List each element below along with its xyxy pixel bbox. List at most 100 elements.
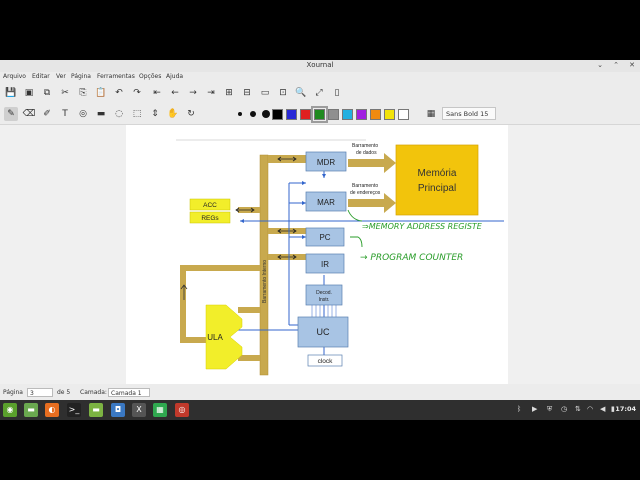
shield-icon[interactable]: ⛨: [547, 405, 552, 414]
prev-page-icon[interactable]: ←: [168, 86, 182, 100]
font-selector[interactable]: Sans Bold 15: [442, 107, 496, 120]
acc-label: ACC: [203, 202, 217, 209]
zoom-fit-icon[interactable]: ▭: [258, 86, 272, 100]
color-swatch[interactable]: [272, 109, 283, 120]
save-icon[interactable]: 💾: [4, 86, 18, 100]
network-icon[interactable]: ⇅: [575, 405, 581, 413]
color-swatch[interactable]: [300, 109, 311, 120]
layer-select[interactable]: Camada 1: [108, 388, 150, 397]
color-picker-icon[interactable]: ▦: [424, 107, 438, 121]
color-swatch[interactable]: [370, 109, 381, 120]
update-icon[interactable]: ◷: [561, 405, 567, 413]
cpu-diagram: Barramento Interno MDR MAR PC IR Decod. …: [176, 139, 504, 376]
pen-icon[interactable]: ✎: [4, 107, 18, 121]
recorder-icon[interactable]: ◎: [175, 403, 189, 417]
color-swatch[interactable]: [342, 109, 353, 120]
vertical-space-icon[interactable]: ⇕: [148, 107, 162, 121]
page-width-icon[interactable]: ▯: [330, 86, 344, 100]
menu-opcoes[interactable]: Opções: [139, 73, 161, 80]
wifi-icon[interactable]: ◠: [587, 405, 593, 413]
menu-editar[interactable]: Editar: [32, 73, 50, 80]
cut-icon[interactable]: ✂: [58, 86, 72, 100]
layer-label: Camada:: [80, 389, 107, 396]
files-icon[interactable]: ▬: [24, 403, 38, 417]
medium-pen-icon[interactable]: [250, 111, 256, 117]
copy-page-icon[interactable]: ⧉: [40, 86, 54, 100]
hand-tool-icon[interactable]: ✋: [166, 107, 180, 121]
spreadsheet-icon[interactable]: ▦: [153, 403, 167, 417]
page-number-input[interactable]: 3: [27, 388, 53, 397]
note-connector-2: [350, 236, 363, 248]
ula-label: ULA: [207, 333, 223, 342]
text-tool-icon[interactable]: T: [58, 107, 72, 121]
minimize-icon[interactable]: ⌄: [596, 61, 604, 69]
maximize-icon[interactable]: ⌃: [612, 61, 620, 69]
main-toolbar: 💾 ▣ ⧉ ✂ ⎘ 📋 ↶ ↷ ⇤ ← → ⇥ ⊞ ⊟ ▭ ⊡ 🔍 ⤢ ▯: [0, 83, 640, 103]
ruler-icon[interactable]: ▬: [94, 107, 108, 121]
redo-icon[interactable]: ↷: [130, 86, 144, 100]
bus-loop-top: [180, 265, 260, 271]
new-page-after-icon[interactable]: ⊞: [222, 86, 236, 100]
select-rect-icon[interactable]: ⬚: [130, 107, 144, 121]
menu-ver[interactable]: Ver: [56, 73, 66, 80]
zoom-100-icon[interactable]: ⊡: [276, 86, 290, 100]
default-pen-icon[interactable]: ↻: [184, 107, 198, 121]
color-swatch[interactable]: [328, 109, 339, 120]
bluetooth-icon[interactable]: ᛒ: [517, 405, 521, 413]
address-bus-arrow: [348, 193, 396, 213]
menu-ajuda[interactable]: Ajuda: [166, 73, 183, 80]
thin-pen-icon[interactable]: [238, 112, 242, 116]
clock-label: clock: [318, 358, 334, 365]
close-icon[interactable]: ✕: [628, 61, 636, 69]
menu-pagina[interactable]: Página: [71, 73, 91, 80]
main-memory: [395, 144, 479, 216]
page-count: de 5: [57, 389, 71, 396]
battery-icon[interactable]: ▮: [611, 405, 615, 413]
highlighter-icon[interactable]: ✐: [40, 107, 54, 121]
screenshot-icon[interactable]: ◘: [111, 403, 125, 417]
mint-menu-icon[interactable]: ◉: [3, 403, 17, 417]
color-swatch[interactable]: [398, 109, 409, 120]
clock[interactable]: 17:04: [615, 405, 636, 413]
zoom-out-icon[interactable]: ⊟: [240, 86, 254, 100]
shape-recognizer-icon[interactable]: ◎: [76, 107, 90, 121]
color-swatch[interactable]: [384, 109, 395, 120]
select-region-icon[interactable]: ◌: [112, 107, 126, 121]
fullscreen-icon[interactable]: ⤢: [312, 86, 326, 100]
canvas-area: Barramento Interno MDR MAR PC IR Decod. …: [0, 125, 640, 384]
ir-label: IR: [321, 260, 329, 269]
undo-icon[interactable]: ↶: [112, 86, 126, 100]
last-page-icon[interactable]: ⇥: [204, 86, 218, 100]
first-page-icon[interactable]: ⇤: [150, 86, 164, 100]
thick-pen-icon[interactable]: [262, 110, 270, 118]
address-bus-label-1: Barramento: [352, 183, 378, 189]
page-canvas[interactable]: Barramento Interno MDR MAR PC IR Decod. …: [126, 125, 508, 384]
zoom-search-icon[interactable]: 🔍: [294, 86, 308, 100]
xournal-window: Xournal ⌄ ⌃ ✕ Arquivo Editar Ver Página …: [0, 60, 640, 400]
next-page-icon[interactable]: →: [186, 86, 200, 100]
paste-icon[interactable]: 📋: [94, 86, 108, 100]
copy-icon[interactable]: ⎘: [76, 86, 90, 100]
address-bus-label-2: de endereços: [350, 190, 381, 196]
taskbar: ◉ ▬ ◐ >_ ▬ ◘ X ▦ ◎ ᛒ ▶ ⛨ ◷ ⇅ ◠ ◀ ▮ 17:04: [0, 400, 640, 420]
title-bar: Xournal ⌄ ⌃ ✕: [0, 60, 640, 72]
eraser-icon[interactable]: ⌫: [22, 107, 36, 121]
volume-icon[interactable]: ◀: [600, 405, 605, 413]
mar-label: MAR: [317, 198, 335, 207]
decoder-label-1: Decod.: [316, 290, 332, 296]
xournal-icon[interactable]: X: [132, 403, 146, 417]
folder-icon[interactable]: ▬: [89, 403, 103, 417]
firefox-icon[interactable]: ◐: [45, 403, 59, 417]
uc-label: UC: [317, 327, 330, 337]
status-bar: Página 3 de 5 Camada: Camada 1: [0, 384, 640, 400]
video-icon[interactable]: ▶: [532, 405, 537, 413]
menu-arquivo[interactable]: Arquivo: [3, 73, 26, 80]
color-swatch[interactable]: [311, 106, 328, 123]
menu-ferramentas[interactable]: Ferramentas: [97, 73, 135, 80]
new-page-icon[interactable]: ▣: [22, 86, 36, 100]
regs-label: REGs: [201, 215, 219, 222]
color-swatch[interactable]: [286, 109, 297, 120]
terminal-icon[interactable]: >_: [67, 403, 81, 417]
color-swatch[interactable]: [356, 109, 367, 120]
window-title: Xournal: [306, 61, 334, 69]
